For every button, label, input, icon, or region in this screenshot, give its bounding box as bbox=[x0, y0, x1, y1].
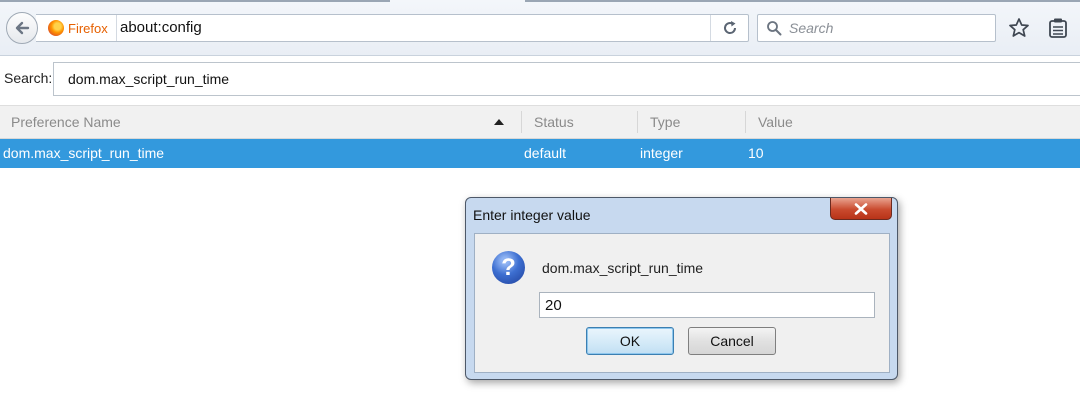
reload-icon bbox=[723, 21, 736, 34]
tab-edge-left bbox=[0, 0, 390, 2]
identity-label: Firefox bbox=[68, 20, 108, 36]
enter-integer-dialog: Enter integer value ? dom.max_script_run… bbox=[465, 197, 898, 380]
reading-list-button[interactable] bbox=[1046, 16, 1070, 40]
column-divider[interactable] bbox=[745, 111, 746, 133]
column-divider[interactable] bbox=[637, 111, 638, 133]
url-bar[interactable]: Firefox about:config bbox=[36, 14, 749, 42]
column-header-preference-name[interactable]: Preference Name bbox=[11, 106, 121, 138]
column-header-status[interactable]: Status bbox=[534, 106, 574, 138]
reading-list-icon bbox=[1049, 18, 1067, 38]
search-icon bbox=[767, 21, 782, 36]
url-text[interactable]: about:config bbox=[120, 19, 202, 36]
dialog-close-button[interactable] bbox=[830, 198, 892, 220]
star-icon bbox=[1009, 18, 1029, 37]
site-identity[interactable]: Firefox bbox=[48, 15, 117, 41]
dialog-message: dom.max_script_run_time bbox=[542, 260, 704, 276]
navigation-toolbar: Firefox about:config Search bbox=[0, 0, 1080, 56]
back-arrow-icon bbox=[15, 21, 30, 35]
cell-value: 10 bbox=[748, 145, 764, 161]
sort-ascending-icon bbox=[494, 119, 504, 125]
config-search-input[interactable] bbox=[53, 62, 1080, 96]
reload-button[interactable] bbox=[710, 15, 748, 41]
tab-edge-right bbox=[525, 0, 1080, 2]
dialog-body: ? dom.max_script_run_time OK Cancel bbox=[474, 233, 890, 373]
web-search-bar[interactable]: Search bbox=[757, 14, 996, 42]
table-header: Preference Name Status Type Value bbox=[0, 105, 1080, 139]
column-header-value[interactable]: Value bbox=[758, 106, 793, 138]
column-header-type[interactable]: Type bbox=[650, 106, 680, 138]
column-divider[interactable] bbox=[521, 111, 522, 133]
cell-type: integer bbox=[640, 145, 683, 161]
close-icon bbox=[854, 202, 868, 215]
back-button[interactable] bbox=[6, 12, 38, 44]
firefox-logo-icon bbox=[48, 20, 64, 36]
table-row[interactable]: dom.max_script_run_time default integer … bbox=[0, 139, 1080, 168]
cancel-button[interactable]: Cancel bbox=[688, 327, 776, 355]
integer-value-input[interactable] bbox=[539, 292, 875, 318]
config-search-label: Search: bbox=[4, 70, 53, 86]
bookmark-button[interactable] bbox=[1007, 16, 1031, 40]
web-search-placeholder: Search bbox=[789, 20, 834, 36]
cell-status: default bbox=[524, 145, 567, 161]
question-icon: ? bbox=[492, 251, 525, 284]
ok-button[interactable]: OK bbox=[586, 327, 674, 355]
dialog-title: Enter integer value bbox=[473, 207, 591, 223]
cell-preference-name: dom.max_script_run_time bbox=[3, 145, 165, 161]
